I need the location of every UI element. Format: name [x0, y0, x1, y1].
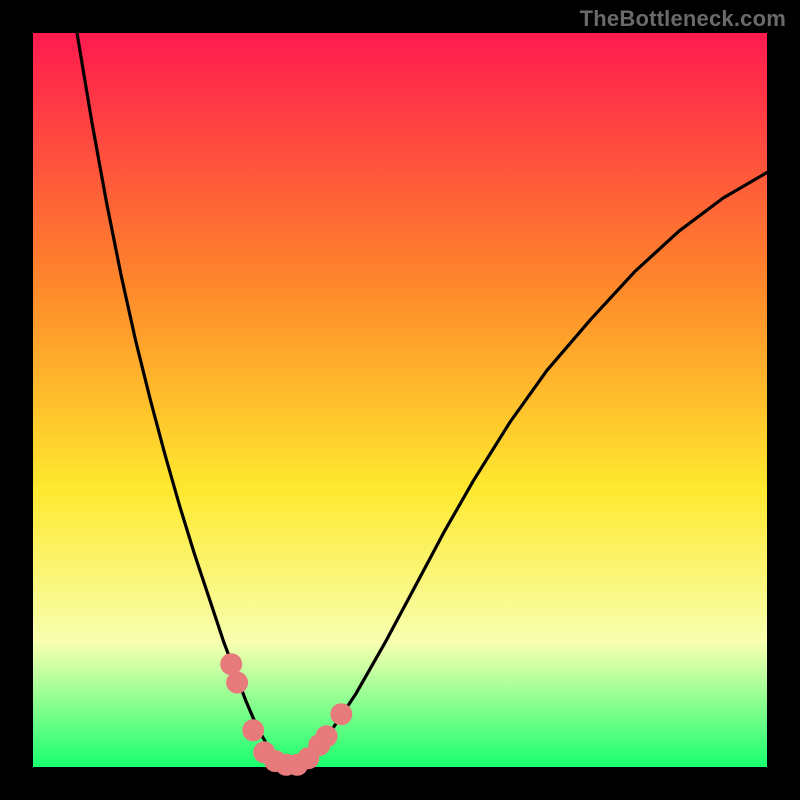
chart-stage: TheBottleneck.com — [0, 0, 800, 800]
plot-background — [33, 33, 767, 767]
marker-point — [330, 703, 352, 725]
marker-point — [316, 725, 338, 747]
marker-point — [226, 672, 248, 694]
watermark-text: TheBottleneck.com — [580, 6, 786, 32]
marker-point — [242, 719, 264, 741]
bottleneck-chart — [0, 0, 800, 800]
